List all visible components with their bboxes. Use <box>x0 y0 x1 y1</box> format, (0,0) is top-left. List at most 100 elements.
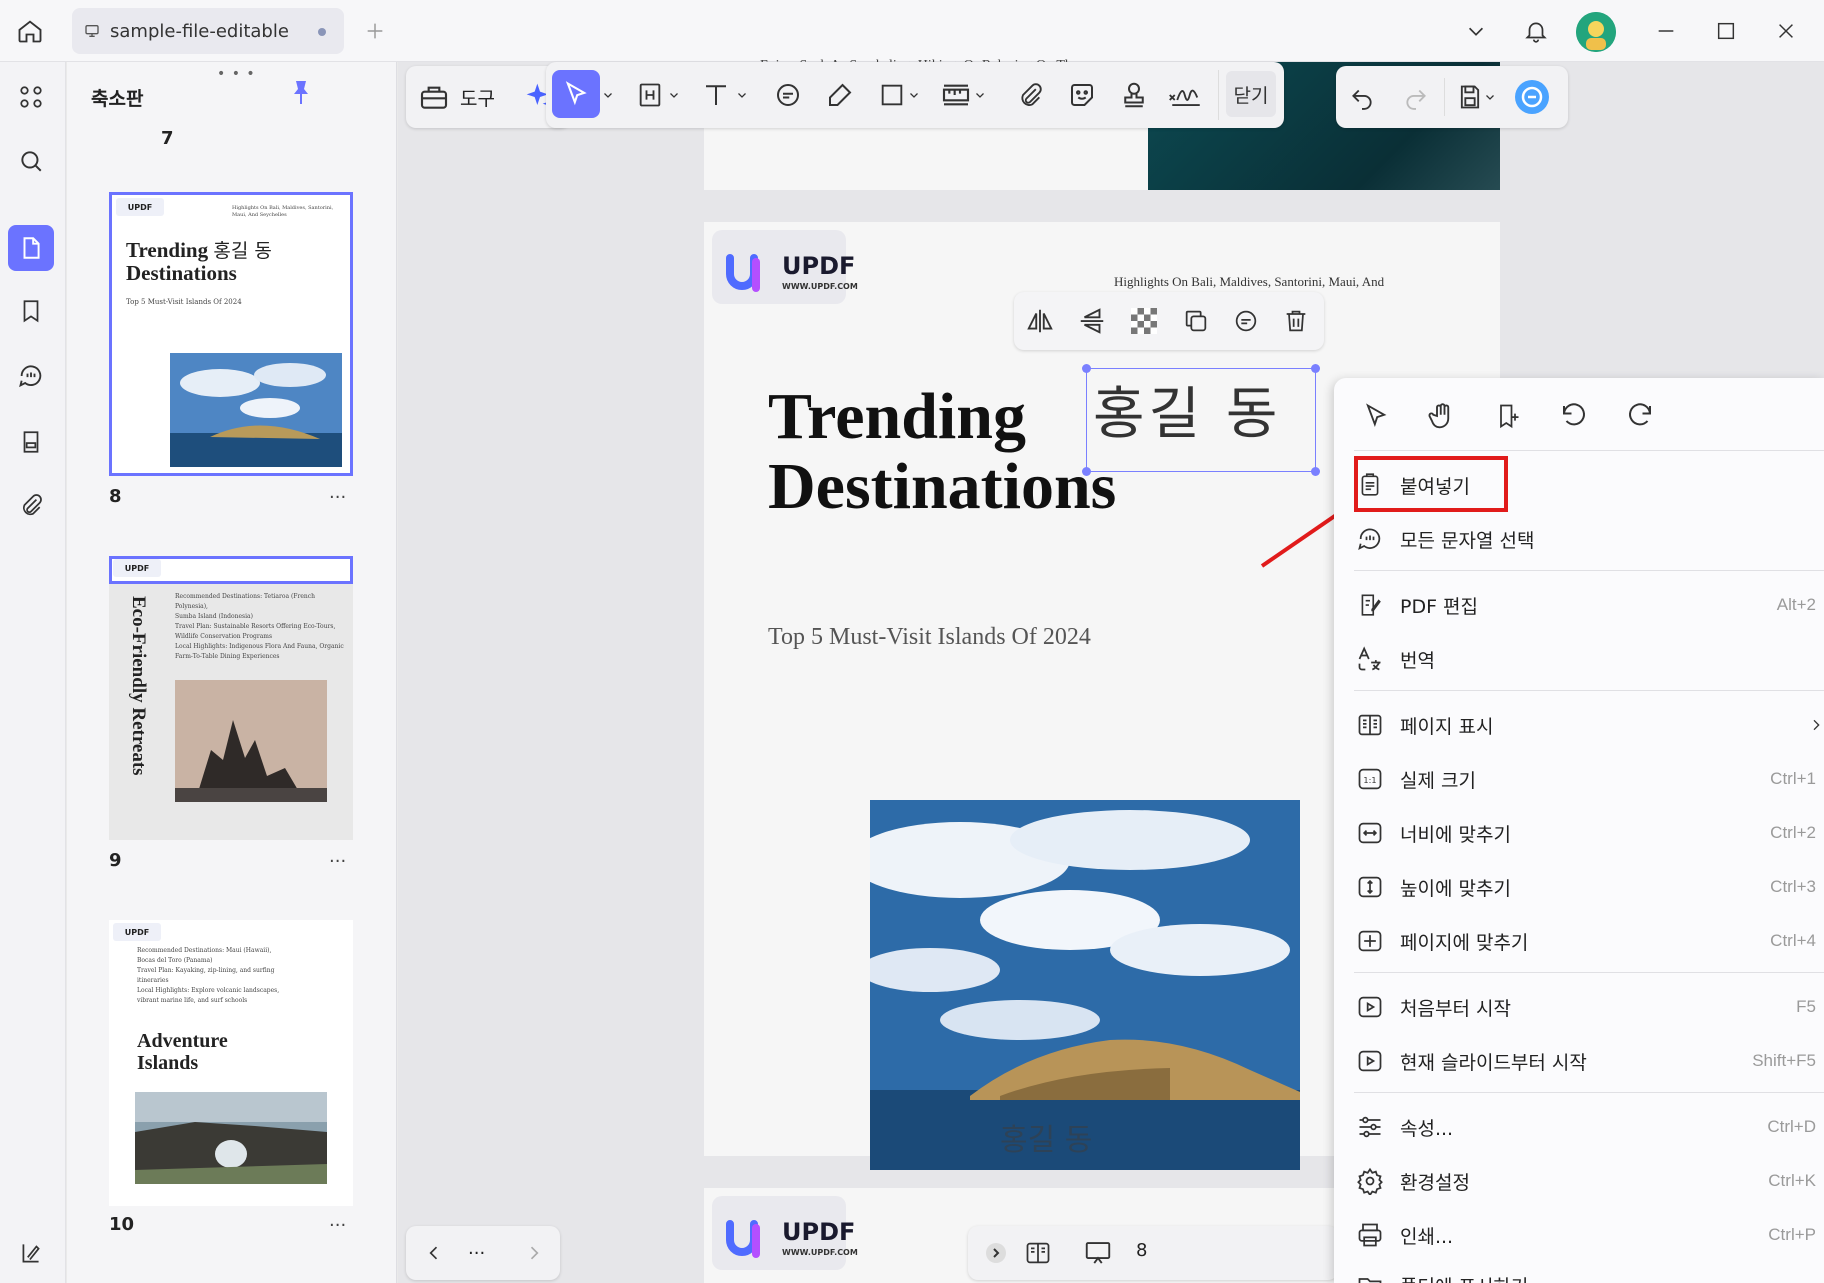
fit-width-icon <box>1354 817 1386 849</box>
menu-item-actual-size[interactable]: 1:1 실제 크기 Ctrl+1 <box>1354 756 1824 802</box>
minimize-icon[interactable] <box>1646 11 1686 51</box>
select-tool-button[interactable] <box>552 70 600 118</box>
expand-icon[interactable] <box>976 1233 1016 1273</box>
thumb-more-8[interactable]: ... <box>329 482 346 503</box>
new-tab-icon[interactable] <box>355 11 395 51</box>
comment-icon[interactable] <box>1226 301 1266 341</box>
menu-item-preferences[interactable]: 환경설정 Ctrl+K <box>1354 1158 1824 1204</box>
trash-icon[interactable] <box>1276 301 1316 341</box>
thumbnail-page-8[interactable]: UPDF Highlights On Bali, Maldives, Santo… <box>109 192 353 476</box>
pin-icon[interactable] <box>289 78 313 106</box>
context-menu: 붙여넣기 모든 문자열 선택 PDF 편집 Alt+2 번역 페이지 표시 1:… <box>1334 378 1824 1283</box>
flip-vertical-icon[interactable] <box>1072 301 1112 341</box>
menu-item-translate[interactable]: 번역 <box>1354 636 1824 682</box>
folder-icon <box>1354 1270 1386 1283</box>
maximize-icon[interactable] <box>1706 11 1746 51</box>
chevron-down-icon[interactable] <box>1456 11 1496 51</box>
page-layout-icon[interactable] <box>1018 1233 1058 1273</box>
close-toolbar-button[interactable]: 닫기 <box>1226 71 1276 117</box>
layers-icon[interactable] <box>8 1230 54 1276</box>
hand-icon[interactable] <box>1422 396 1462 436</box>
menu-item-edit-pdf[interactable]: PDF 편집 Alt+2 <box>1354 582 1824 628</box>
menu-separator <box>1354 570 1824 571</box>
attach-file-tool-icon[interactable] <box>1010 75 1050 115</box>
panel-title: 축소판 <box>91 88 144 110</box>
bell-icon[interactable] <box>1516 11 1556 51</box>
stamp-tool-icon[interactable] <box>1114 75 1154 115</box>
panel-grip[interactable]: • • • <box>217 66 256 82</box>
comment-icon[interactable] <box>8 353 54 399</box>
document-tab[interactable]: sample-file-editable <box>72 8 344 54</box>
avatar[interactable] <box>1576 12 1616 52</box>
page-nav-more[interactable]: ... <box>468 1238 485 1259</box>
chevron-down-icon[interactable] <box>904 75 924 115</box>
resize-handle[interactable] <box>1082 467 1091 476</box>
close-icon[interactable] <box>1766 11 1806 51</box>
updf-logo-mini: UPDF <box>113 923 161 941</box>
undo-icon[interactable] <box>1342 77 1382 117</box>
select-text-icon <box>1354 523 1386 555</box>
select-cursor-icon[interactable] <box>1356 396 1396 436</box>
menu-item-fit-width[interactable]: 너비에 맞추기 Ctrl+2 <box>1354 810 1824 856</box>
updf-logo-mini: UPDF <box>116 198 164 216</box>
history-toolbar <box>1336 66 1568 128</box>
transparency-icon[interactable] <box>1124 301 1164 341</box>
thumb-more-10[interactable]: ... <box>329 1210 346 1231</box>
thumbnails-icon[interactable] <box>8 225 54 271</box>
rotate-right-icon[interactable] <box>1620 396 1660 436</box>
apps-grid-icon[interactable] <box>8 74 54 120</box>
thumbnail-page-9[interactable]: UPDF Eco-Friendly Retreats Recommended D… <box>109 556 353 840</box>
chevron-down-icon[interactable] <box>732 75 752 115</box>
updf-logo-icon <box>726 254 760 292</box>
resize-handle[interactable] <box>1311 364 1320 373</box>
menu-item-fit-page[interactable]: 페이지에 맞추기 Ctrl+4 <box>1354 918 1824 964</box>
view-toolbar: 8 <box>968 1226 1338 1280</box>
chevron-down-icon[interactable] <box>664 75 684 115</box>
attachment-icon[interactable] <box>8 482 54 528</box>
thumb-more-9[interactable]: ... <box>329 846 346 867</box>
home-icon[interactable] <box>10 11 50 51</box>
resize-handle[interactable] <box>1082 364 1091 373</box>
chevron-down-icon[interactable] <box>1480 77 1500 117</box>
text-tool-icon[interactable] <box>696 75 736 115</box>
thumb-number-9: 9 <box>109 850 122 871</box>
menu-item-select-all-text[interactable]: 모든 문자열 선택 <box>1354 516 1824 562</box>
menu-item-print[interactable]: 인쇄... Ctrl+P <box>1354 1212 1824 1258</box>
search-icon[interactable] <box>8 138 54 184</box>
rotate-left-icon[interactable] <box>1554 396 1594 436</box>
add-bookmark-icon[interactable] <box>1488 396 1528 436</box>
redo-icon[interactable] <box>1396 77 1436 117</box>
pencil-tool-icon[interactable] <box>820 75 860 115</box>
menu-item-fit-height[interactable]: 높이에 맞추기 Ctrl+3 <box>1354 864 1824 910</box>
signature-selection[interactable]: 홍길 동 <box>1082 364 1320 476</box>
thumb-number-10: 10 <box>109 1214 135 1235</box>
note-tool-icon[interactable] <box>768 75 808 115</box>
tab-title: sample-file-editable <box>110 20 289 42</box>
logo-text: UPDF <box>782 1218 856 1246</box>
chevron-down-icon[interactable] <box>970 75 990 115</box>
menu-item-play-from-start[interactable]: 처음부터 시작 F5 <box>1354 984 1824 1030</box>
sticker-tool-icon[interactable] <box>1062 75 1102 115</box>
thumb-number-8: 8 <box>109 486 122 507</box>
menu-item-properties[interactable]: 속성... Ctrl+D <box>1354 1104 1824 1150</box>
form-icon[interactable] <box>8 419 54 465</box>
flip-horizontal-icon[interactable] <box>1020 301 1060 341</box>
copy-icon[interactable] <box>1176 301 1216 341</box>
menu-item-page-display[interactable]: 페이지 표시 <box>1354 702 1824 748</box>
thumbnail-page-10[interactable]: UPDF Recommended Destinations: Maui (Haw… <box>109 920 353 1206</box>
presentation-icon[interactable] <box>1078 1233 1118 1273</box>
actual-size-icon: 1:1 <box>1354 763 1386 795</box>
current-page-field[interactable]: 8 <box>1136 1240 1147 1261</box>
menu-item-play-from-current[interactable]: 현재 슬라이드부터 시작 Shift+F5 <box>1354 1038 1824 1084</box>
prev-page-icon[interactable] <box>414 1233 454 1273</box>
ai-assistant-icon[interactable] <box>1512 77 1552 117</box>
chevron-down-icon[interactable] <box>598 75 618 115</box>
bookmark-icon[interactable] <box>8 288 54 334</box>
next-page-icon[interactable] <box>514 1233 554 1273</box>
resize-handle[interactable] <box>1311 467 1320 476</box>
menu-item-show-in-folder[interactable]: 폴더에 표시하기 <box>1354 1264 1824 1283</box>
signature-tool-icon[interactable] <box>1166 75 1206 115</box>
menu-item-paste[interactable]: 붙여넣기 <box>1354 462 1824 508</box>
page-header-text: Highlights On Bali, Maldives, Santorini,… <box>1114 274 1385 289</box>
tools-button[interactable]: 도구 <box>418 77 518 117</box>
